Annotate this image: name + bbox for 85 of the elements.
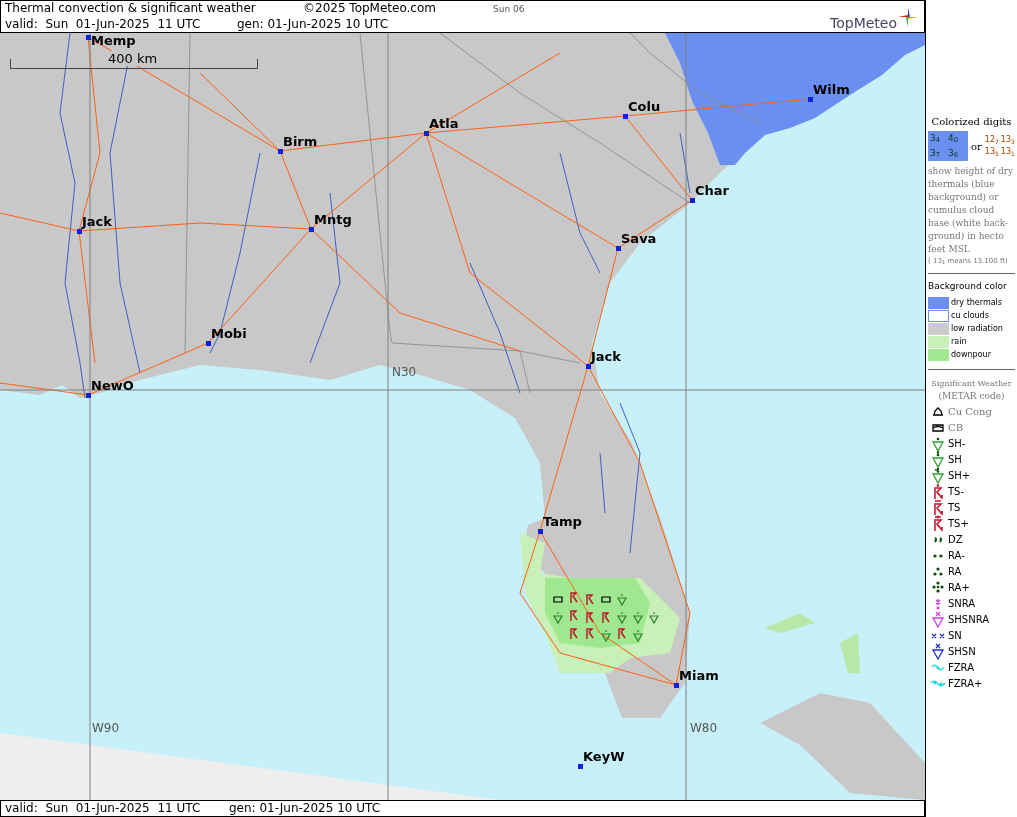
sh-symbol-icon (930, 451, 946, 468)
city-marker-icon (538, 529, 543, 534)
valid-time-text: valid: Sun 01-Jun-2025 11 UTC (5, 17, 202, 32)
swatch-label: dry thermals (951, 296, 1002, 309)
sh-light-symbol-icon (930, 435, 946, 452)
cb-symbol-icon (932, 423, 944, 432)
legend-title: Background color (928, 279, 1008, 293)
swatch-label: downpour (951, 348, 991, 361)
dz-symbol-icon (933, 536, 943, 543)
city-marker-icon (309, 227, 314, 232)
city-marker-icon (616, 246, 621, 251)
city-marker-icon (690, 198, 695, 203)
valid-time-text: valid: Sun 01-Jun-2025 11 UTC (5, 801, 202, 816)
city-label: Jack (82, 214, 112, 229)
city-label: Colu (628, 99, 661, 114)
city-label: Char (695, 183, 729, 198)
weather-code-label: SHSNRA (948, 613, 990, 627)
sh-heavy-symbol-icon (930, 467, 946, 484)
city-marker-icon (808, 97, 813, 102)
city-label: KeyW (583, 749, 625, 764)
city-label: Mntg (314, 212, 352, 227)
thermal-digit: 4$_{0}$ (948, 131, 960, 146)
city-label: Birm (283, 134, 318, 149)
swatch-label: low radiation (951, 322, 1003, 335)
city-label: Miam (679, 668, 719, 683)
weather-code-label: DZ (948, 533, 963, 547)
copyright-text: ©2025 TopMeteo.com (303, 1, 437, 16)
legend-title: Significant Weather (930, 378, 1013, 390)
city-marker-icon (206, 341, 211, 346)
logo-text: TopMeteo (830, 15, 897, 31)
city-marker-icon (86, 35, 91, 40)
thermal-digit: 3$_{4}$ (930, 131, 942, 146)
cloud-base-digit: 13$_{1}$ (1000, 146, 1015, 158)
thermal-digit: 3$_{7}$ (930, 146, 942, 161)
weather-code-label: SH+ (948, 469, 971, 483)
day-label: Sun 06 (493, 3, 525, 16)
weather-code-label: SH (948, 453, 962, 467)
generated-time-text: gen: 01-Jun-2025 10 UTC (229, 801, 381, 816)
legend-title: Colorized digits (930, 115, 1013, 129)
weather-code-label: RA- (948, 549, 965, 563)
map-title: Thermal convection & significant weather (5, 1, 257, 16)
legend-description: show height of dry thermals (blue background) or cumulus cloud base (white back-ground) in hecto feet MSL (928, 165, 1015, 256)
weather-code-label: SNRA (948, 597, 976, 611)
grid-label: W80 (690, 721, 718, 735)
legend-subtitle: (METAR code) (937, 390, 1006, 403)
shsnra-symbol-icon (930, 611, 946, 628)
grid-label: N30 (392, 365, 417, 379)
grid-label: W90 (92, 721, 120, 735)
city-label: Wilm (813, 82, 850, 97)
generated-time-text: gen: 01-Jun-2025 10 UTC (237, 17, 389, 32)
cloud-base-digit: 13$_{3}$ (1000, 134, 1015, 146)
city-label: Memp (91, 33, 136, 48)
weather-code-label: CB (948, 421, 963, 435)
weather-code-label: TS (948, 501, 961, 515)
city-marker-icon (586, 364, 591, 369)
ra-light-symbol-icon (933, 553, 943, 558)
weather-code-label: FZRA (948, 661, 974, 675)
city-marker-icon (77, 229, 82, 234)
or-text: or (971, 139, 982, 154)
weather-code-label: RA (948, 565, 962, 579)
cloud-base-digit: 13$_{5}$ (984, 146, 999, 158)
weather-code-label: FZRA+ (948, 677, 983, 691)
city-marker-icon (578, 764, 583, 769)
city-label: Mobi (211, 326, 247, 341)
swatch-label: rain (951, 335, 967, 348)
shsn-symbol-icon (930, 643, 946, 660)
weather-code-label: SH- (948, 437, 966, 451)
weather-code-label: SN (948, 629, 962, 643)
city-marker-icon (86, 393, 91, 398)
scale-label: 400 km (108, 51, 158, 66)
weather-code-label: TS- (948, 485, 965, 499)
thermal-digit: 3$_{6}$ (948, 146, 960, 161)
weather-code-label: Cu Cong (948, 405, 992, 419)
city-label: Tamp (543, 514, 582, 529)
city-marker-icon (424, 131, 429, 136)
weather-code-label: RA+ (948, 581, 970, 595)
city-marker-icon (278, 149, 283, 154)
cloud-base-digit: 12$_{7}$ (984, 134, 999, 146)
sn-symbol-icon (931, 632, 945, 639)
city-label: Jack (591, 349, 621, 364)
city-marker-icon (674, 683, 679, 688)
weather-code-label: SHSN (948, 645, 976, 659)
swatch-label: cu clouds (951, 309, 989, 322)
weather-code-label: TS+ (948, 517, 969, 531)
city-marker-icon (623, 114, 628, 119)
